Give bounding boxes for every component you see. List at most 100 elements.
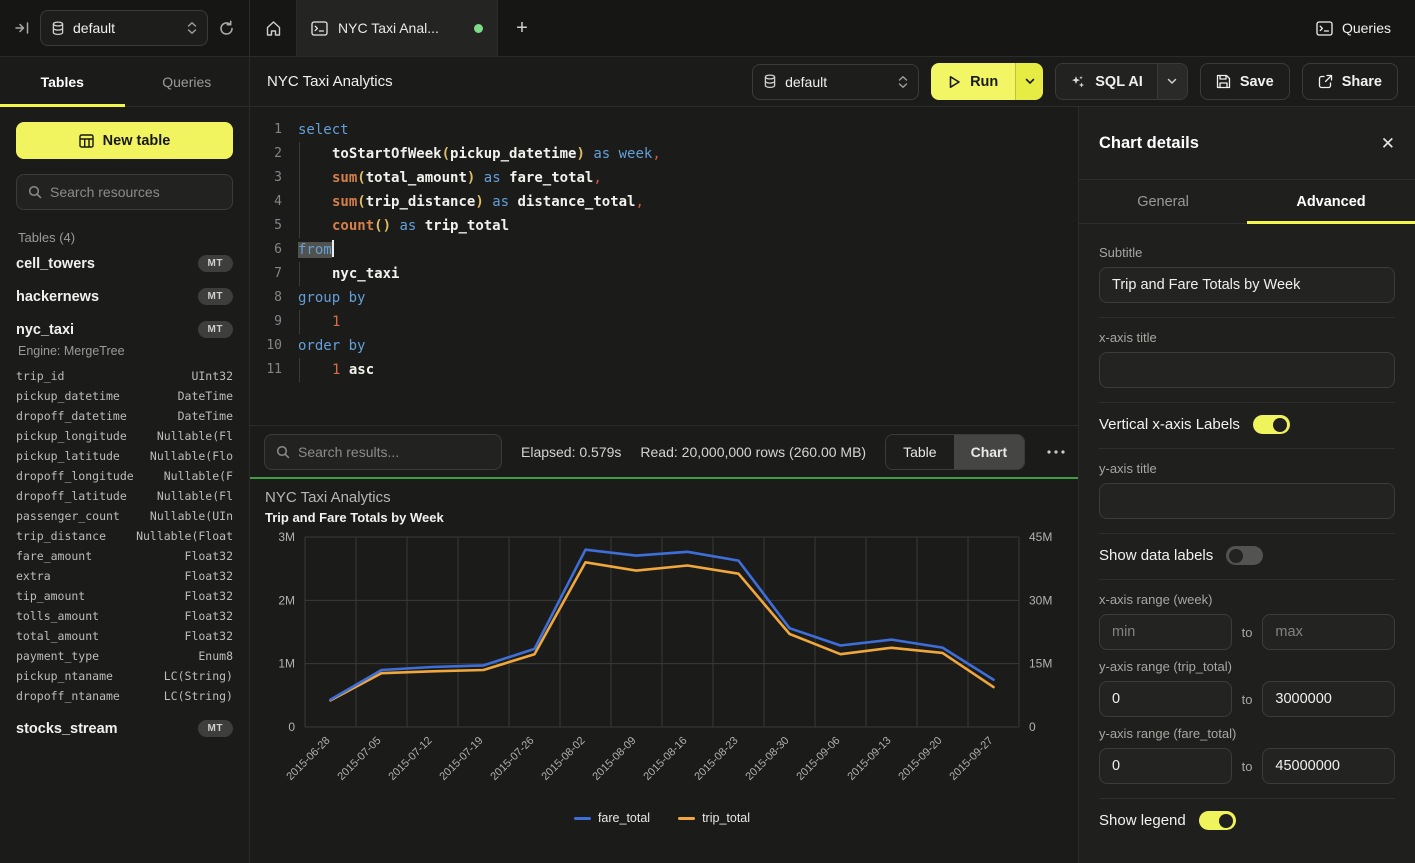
share-button[interactable]: Share [1302, 63, 1398, 100]
sidebar-tab-queries[interactable]: Queries [125, 57, 250, 106]
show-data-labels-toggle[interactable] [1226, 546, 1263, 565]
vertical-x-axis-labels-label: Vertical x-axis Labels [1099, 416, 1240, 433]
query-database-selector[interactable]: default [752, 64, 919, 100]
updown-chevron-icon [187, 21, 197, 35]
tab-title: NYC Taxi Anal... [338, 20, 464, 36]
column-name: dropoff_datetime [16, 406, 127, 426]
y-range-fare-min-input[interactable] [1099, 748, 1232, 784]
column-name: pickup_latitude [16, 446, 120, 466]
engine-badge: MT [198, 720, 233, 737]
code-token: as [492, 194, 509, 210]
indent-guide [299, 310, 332, 334]
chart-details-body: Subtitle x-axis title Vertical x-axis La… [1079, 224, 1415, 863]
column-type: Nullable(Flo [150, 446, 233, 466]
code-token: ( [357, 170, 365, 186]
sql-ai-button-main[interactable]: SQL AI [1056, 64, 1157, 99]
table-name: nyc_taxi [16, 322, 74, 338]
y-range-fare-max-input[interactable] [1262, 748, 1395, 784]
code-token: ) [576, 146, 584, 162]
vertical-x-axis-labels-row: Vertical x-axis Labels [1099, 415, 1395, 434]
y-axis-title-input[interactable] [1099, 483, 1395, 519]
sidebar-tab-tables[interactable]: Tables [0, 57, 125, 106]
y-axis-range-trip-label: y-axis range (trip_total) [1099, 659, 1395, 674]
column-type: Float32 [185, 606, 233, 626]
chart-details-tabs: General Advanced [1079, 180, 1415, 224]
column-type: Nullable(F [164, 466, 233, 486]
divider [1099, 402, 1395, 403]
resource-search[interactable] [16, 174, 233, 210]
code-text: toStartOfWeek(pickup_datetime) as week, [282, 142, 661, 166]
collapse-sidebar-icon[interactable] [14, 20, 30, 36]
more-options-icon[interactable] [1044, 450, 1068, 454]
results-search-input[interactable] [298, 444, 490, 460]
resource-search-input[interactable] [50, 184, 221, 200]
y-range-trip-min-input[interactable] [1099, 681, 1232, 717]
column-type: Float32 [185, 546, 233, 566]
code-token: order by [298, 338, 365, 354]
legend-item-fare_total[interactable]: fare_total [574, 811, 650, 825]
elapsed-time: Elapsed: 0.579s [521, 444, 621, 460]
x-range-max-input[interactable] [1262, 614, 1395, 650]
unsaved-changes-dot [474, 24, 483, 33]
svg-text:2015-07-05: 2015-07-05 [335, 735, 383, 783]
run-button[interactable]: Run [931, 63, 1043, 100]
queries-button[interactable]: Queries [1292, 0, 1415, 56]
database-name: default [73, 20, 179, 36]
sql-ai-button[interactable]: SQL AI [1055, 63, 1188, 100]
tab-nyc-taxi-analytics[interactable]: NYC Taxi Anal... [297, 0, 498, 56]
column-name: tolls_amount [16, 606, 99, 626]
indent-guide [299, 214, 332, 238]
svg-text:45M: 45M [1029, 530, 1052, 544]
code-line: 91 [250, 310, 1078, 334]
show-legend-row: Show legend [1099, 811, 1395, 830]
save-icon [1216, 74, 1231, 89]
new-table-button[interactable]: New table [16, 122, 233, 159]
sql-editor[interactable]: 1select2toStartOfWeek(pickup_datetime) a… [250, 107, 1078, 425]
svg-text:1M: 1M [278, 657, 295, 671]
tables-section-header: Tables (4) [18, 230, 233, 245]
close-icon[interactable]: ✕ [1381, 135, 1395, 152]
run-options-caret[interactable] [1015, 63, 1043, 100]
code-line: 8group by [250, 286, 1078, 310]
column-name: pickup_longitude [16, 426, 127, 446]
table-list-item[interactable]: cell_towersMT [16, 247, 233, 280]
table-list-item[interactable]: hackernewsMT [16, 280, 233, 313]
view-table-button[interactable]: Table [886, 435, 953, 469]
save-button[interactable]: Save [1200, 63, 1290, 100]
table-list-item[interactable]: nyc_taxiMT [16, 313, 233, 346]
new-tab-button[interactable]: + [498, 0, 546, 56]
legend-item-trip_total[interactable]: trip_total [678, 811, 750, 825]
view-toggle: Table Chart [885, 434, 1025, 470]
sql-ai-caret[interactable] [1157, 64, 1187, 99]
svg-text:15M: 15M [1029, 657, 1052, 671]
subtitle-input[interactable] [1099, 267, 1395, 303]
home-tab[interactable] [250, 0, 297, 56]
content: NYC Taxi Analytics default [250, 57, 1415, 863]
column-row: trip_idUInt32 [16, 366, 233, 386]
vertical-x-axis-labels-toggle[interactable] [1253, 415, 1290, 434]
code-line: 10order by [250, 334, 1078, 358]
run-button-main[interactable]: Run [931, 63, 1015, 100]
database-selector[interactable]: default [40, 10, 208, 46]
code-token: , [636, 194, 644, 210]
column-row: fare_amountFloat32 [16, 546, 233, 566]
view-chart-button[interactable]: Chart [954, 435, 1025, 469]
app: default NYC Taxi Anal... [0, 0, 1415, 863]
x-axis-title-input[interactable] [1099, 352, 1395, 388]
sidebar-body: New table Tables (4) cell_towersMThacker… [0, 107, 249, 863]
code-line: 111 asc [250, 358, 1078, 382]
show-data-labels-row: Show data labels [1099, 546, 1395, 565]
results-search[interactable] [264, 434, 502, 470]
y-axis-range-fare-row: to [1099, 748, 1395, 784]
refresh-icon[interactable] [218, 20, 235, 37]
tab-general[interactable]: General [1079, 180, 1247, 223]
show-legend-toggle[interactable] [1199, 811, 1236, 830]
svg-text:2015-08-23: 2015-08-23 [692, 735, 740, 783]
tab-advanced[interactable]: Advanced [1247, 180, 1415, 223]
column-row: pickup_longitudeNullable(Fl [16, 426, 233, 446]
divider [1099, 533, 1395, 534]
y-range-trip-max-input[interactable] [1262, 681, 1395, 717]
x-range-min-input[interactable] [1099, 614, 1232, 650]
code-token: count [332, 218, 374, 234]
table-list-item[interactable]: stocks_streamMT [16, 712, 233, 745]
